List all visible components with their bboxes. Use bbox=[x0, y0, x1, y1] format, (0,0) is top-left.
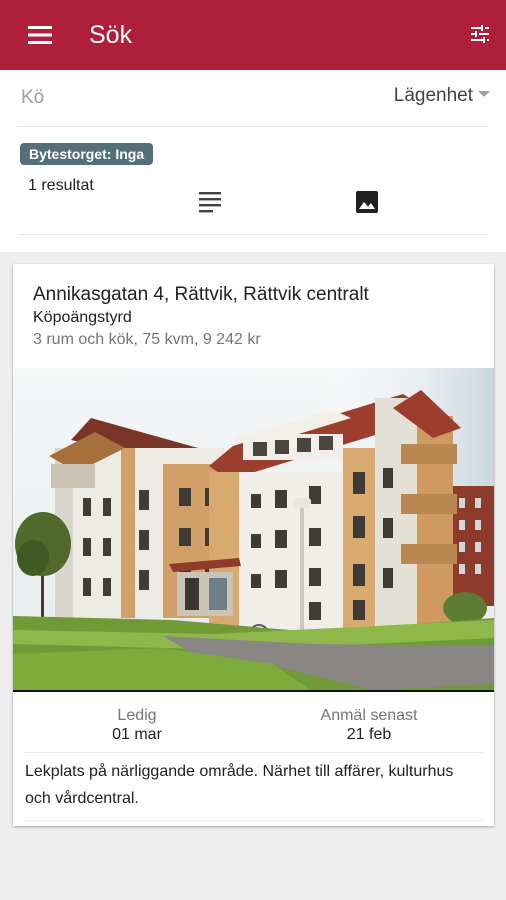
divider bbox=[23, 820, 484, 821]
list-view-icon[interactable] bbox=[199, 191, 221, 213]
dropdown-caret-icon bbox=[478, 90, 490, 97]
apply-date: 21 feb bbox=[346, 726, 392, 743]
housing-type-value: Lägenhet bbox=[393, 85, 473, 106]
listing-description: Lekplats på närliggande område. Närhet t… bbox=[25, 763, 454, 807]
tune-icon[interactable] bbox=[468, 22, 492, 46]
listing-details: 3 rum och kök, 75 kvm, 9 242 kr bbox=[33, 331, 261, 348]
search-header: Kö Lägenhet Bytestorget: Inga 1 resultat bbox=[0, 70, 506, 252]
menu-icon[interactable] bbox=[28, 24, 52, 46]
listing-card[interactable]: Annikasgatan 4, Rättvik, Rättvik central… bbox=[13, 264, 494, 826]
exchange-badge: Bytestorget: Inga bbox=[20, 143, 154, 165]
listing-photo bbox=[13, 368, 494, 692]
apply-label: Anmäl senast bbox=[320, 707, 418, 724]
listing-address: Annikasgatan 4, Rättvik, Rättvik central… bbox=[33, 284, 369, 305]
available-column: Ledig 01 mar bbox=[17, 706, 257, 745]
queue-field[interactable]: Kö bbox=[21, 87, 44, 109]
available-label: Ledig bbox=[117, 707, 157, 724]
image-view-icon[interactable] bbox=[355, 190, 379, 214]
page-title: Sök bbox=[89, 21, 133, 49]
app-bar: Sök bbox=[0, 0, 506, 70]
apply-column: Anmäl senast 21 feb bbox=[249, 706, 489, 745]
housing-type-select[interactable]: Lägenhet bbox=[394, 85, 490, 107]
divider bbox=[23, 752, 484, 753]
listing-dates: Ledig 01 mar Anmäl senast 21 feb bbox=[13, 692, 494, 752]
available-date: 01 mar bbox=[112, 726, 162, 743]
listing-contract-type: Köpoängstyrd bbox=[33, 309, 132, 326]
divider bbox=[18, 126, 488, 127]
divider bbox=[18, 234, 488, 235]
result-count: 1 resultat bbox=[28, 177, 94, 194]
